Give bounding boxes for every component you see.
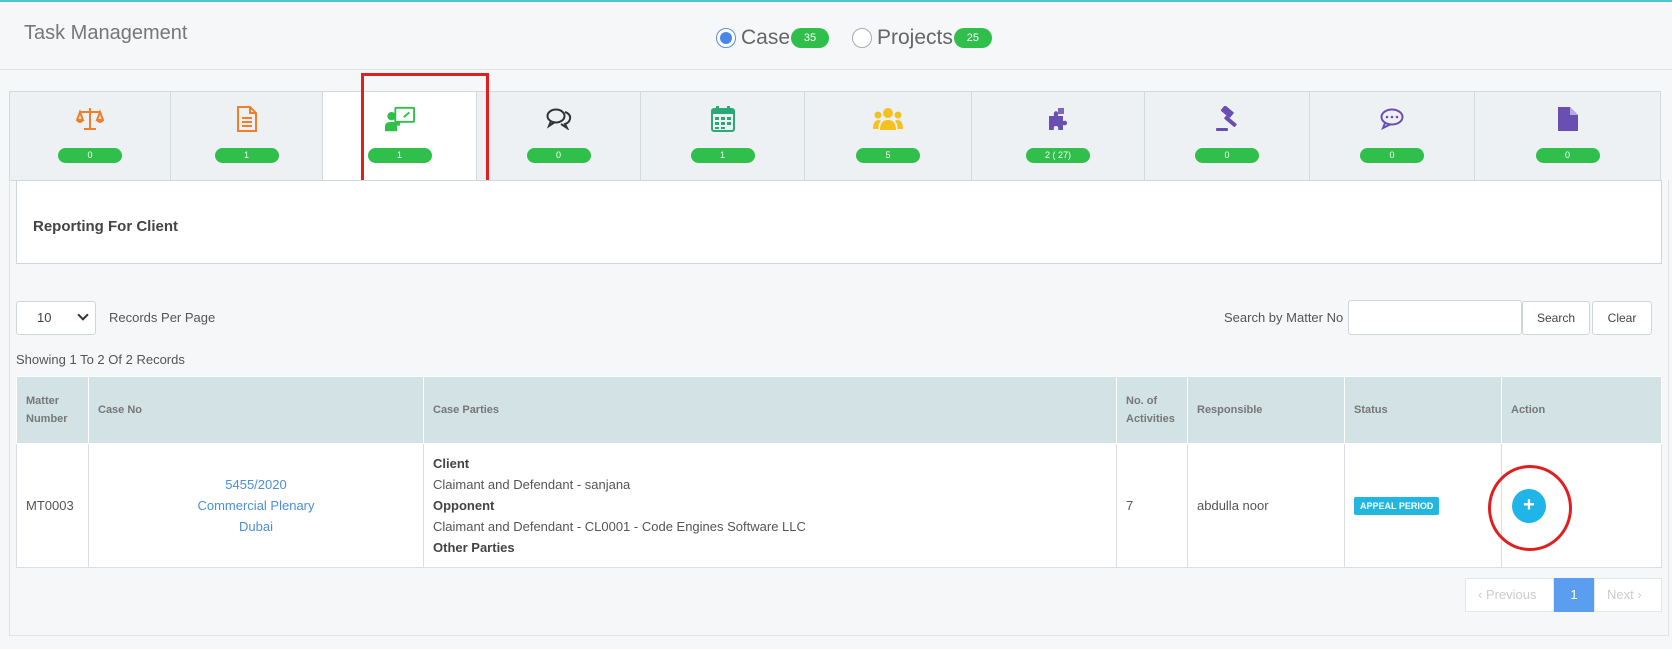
scales-icon bbox=[75, 104, 105, 134]
page-title: Task Management bbox=[24, 22, 188, 44]
gavel-icon bbox=[1212, 104, 1242, 134]
chevron-down-icon bbox=[77, 309, 89, 321]
report-section: Reporting For Client bbox=[16, 180, 1662, 264]
records-table: Matter Number Case No Case Parties No. of… bbox=[16, 376, 1662, 568]
previous-page-button[interactable]: ‹ Previous bbox=[1465, 578, 1554, 612]
tab-count-badge: 1 bbox=[690, 148, 755, 163]
tab-count-badge: 0 bbox=[1360, 148, 1424, 163]
file-icon bbox=[1553, 104, 1583, 134]
activities-cell: 7 bbox=[1116, 443, 1188, 568]
projects-radio-toggle[interactable]: Projects 25 bbox=[852, 26, 992, 50]
records-per-page-select[interactable]: 10 bbox=[16, 301, 96, 335]
status-cell: APPEAL PERIOD bbox=[1344, 443, 1502, 568]
search-button[interactable]: Search bbox=[1522, 301, 1590, 335]
matter-number-cell: MT0003 bbox=[16, 443, 89, 568]
search-label: Search by Matter No bbox=[1224, 310, 1344, 325]
tab-files[interactable]: 0 bbox=[1474, 91, 1661, 181]
header-action: Action bbox=[1501, 376, 1662, 444]
records-count-text: Showing 1 To 2 Of 2 Records bbox=[16, 352, 185, 367]
opponent-value: Claimant and Defendant - CL0001 - Code E… bbox=[433, 519, 806, 534]
presentation-user-icon bbox=[384, 104, 415, 134]
case-no-cell: 5455/2020 Commercial Plenary Dubai bbox=[88, 443, 424, 568]
page-header: Task Management Case 35 Projects 25 bbox=[0, 2, 1672, 70]
opponent-label: Opponent bbox=[433, 498, 495, 513]
other-parties-label: Other Parties bbox=[433, 540, 515, 555]
tab-count-badge: 5 bbox=[856, 148, 920, 163]
case-parties-cell: Client Claimant and Defendant - sanjana … bbox=[423, 443, 1117, 568]
tab-team[interactable]: 5 bbox=[804, 91, 971, 181]
section-title: Reporting For Client bbox=[33, 218, 178, 235]
projects-count-badge: 25 bbox=[953, 28, 992, 48]
chat-bubbles-icon bbox=[544, 104, 574, 134]
header-case-parties[interactable]: Case Parties bbox=[423, 376, 1117, 444]
tab-communications[interactable]: 0 bbox=[476, 91, 640, 181]
client-label: Client bbox=[433, 456, 470, 471]
table-row: MT0003 5455/2020 Commercial Plenary Duba… bbox=[16, 443, 1662, 568]
case-radio-icon[interactable] bbox=[716, 28, 736, 48]
tab-count-badge: 0 bbox=[58, 148, 122, 163]
header-matter-number[interactable]: Matter Number bbox=[16, 376, 89, 444]
search-input[interactable] bbox=[1348, 300, 1522, 335]
puzzle-icon bbox=[1043, 104, 1073, 134]
document-lines-icon bbox=[232, 104, 262, 134]
case-count-badge: 35 bbox=[791, 28, 830, 48]
comment-dots-icon bbox=[1377, 104, 1407, 134]
tab-documents[interactable]: 1 bbox=[170, 91, 322, 181]
clear-button[interactable]: Clear bbox=[1592, 301, 1652, 335]
projects-radio-label: Projects bbox=[877, 26, 953, 49]
case-radio-label: Case bbox=[741, 26, 791, 49]
table-header-row: Matter Number Case No Case Parties No. of… bbox=[16, 376, 1662, 444]
users-group-icon bbox=[873, 104, 903, 134]
tab-hearings[interactable]: 0 bbox=[1144, 91, 1309, 181]
tab-comments[interactable]: 0 bbox=[1309, 91, 1474, 181]
tab-reporting-client[interactable]: 1 bbox=[322, 91, 476, 183]
projects-radio-icon[interactable] bbox=[852, 28, 872, 48]
page-1-button[interactable]: 1 bbox=[1554, 578, 1594, 612]
case-number-link[interactable]: 5455/2020 bbox=[98, 474, 414, 495]
tab-count-badge: 0 bbox=[526, 148, 591, 163]
records-per-page-label: Records Per Page bbox=[109, 310, 216, 325]
header-responsible[interactable]: Responsible bbox=[1187, 376, 1345, 444]
records-per-page-value: 10 bbox=[37, 310, 52, 325]
header-status[interactable]: Status bbox=[1344, 376, 1502, 444]
action-cell: + bbox=[1501, 443, 1662, 568]
case-type-link[interactable]: Commercial Plenary bbox=[98, 495, 414, 516]
case-location-link[interactable]: Dubai bbox=[98, 516, 414, 537]
client-value: Claimant and Defendant - sanjana bbox=[433, 477, 631, 492]
tab-tasks-puzzle[interactable]: 2 ( 27) bbox=[971, 91, 1144, 181]
status-badge: APPEAL PERIOD bbox=[1354, 496, 1440, 515]
tab-count-badge: 0 bbox=[1535, 148, 1600, 163]
header-case-no[interactable]: Case No bbox=[88, 376, 424, 444]
tab-count-badge: 2 ( 27) bbox=[1026, 148, 1090, 163]
next-page-button[interactable]: Next › bbox=[1594, 578, 1662, 612]
calendar-icon bbox=[708, 104, 738, 134]
responsible-cell: abdulla noor bbox=[1187, 443, 1345, 568]
tab-case-matters[interactable]: 0 bbox=[9, 91, 170, 181]
header-activities[interactable]: No. of Activities bbox=[1116, 376, 1188, 444]
tab-count-badge: 1 bbox=[367, 148, 432, 163]
module-tab-bar: 0 1 1 0 1 5 2 ( 27) 0 0 0 bbox=[9, 91, 1661, 183]
tab-count-badge: 0 bbox=[1195, 148, 1259, 163]
add-action-button[interactable]: + bbox=[1512, 488, 1546, 523]
case-radio-toggle[interactable]: Case 35 bbox=[716, 26, 830, 50]
tab-count-badge: 1 bbox=[214, 148, 279, 163]
pagination: ‹ Previous 1 Next › bbox=[1465, 578, 1662, 612]
tab-calendar[interactable]: 1 bbox=[640, 91, 804, 181]
